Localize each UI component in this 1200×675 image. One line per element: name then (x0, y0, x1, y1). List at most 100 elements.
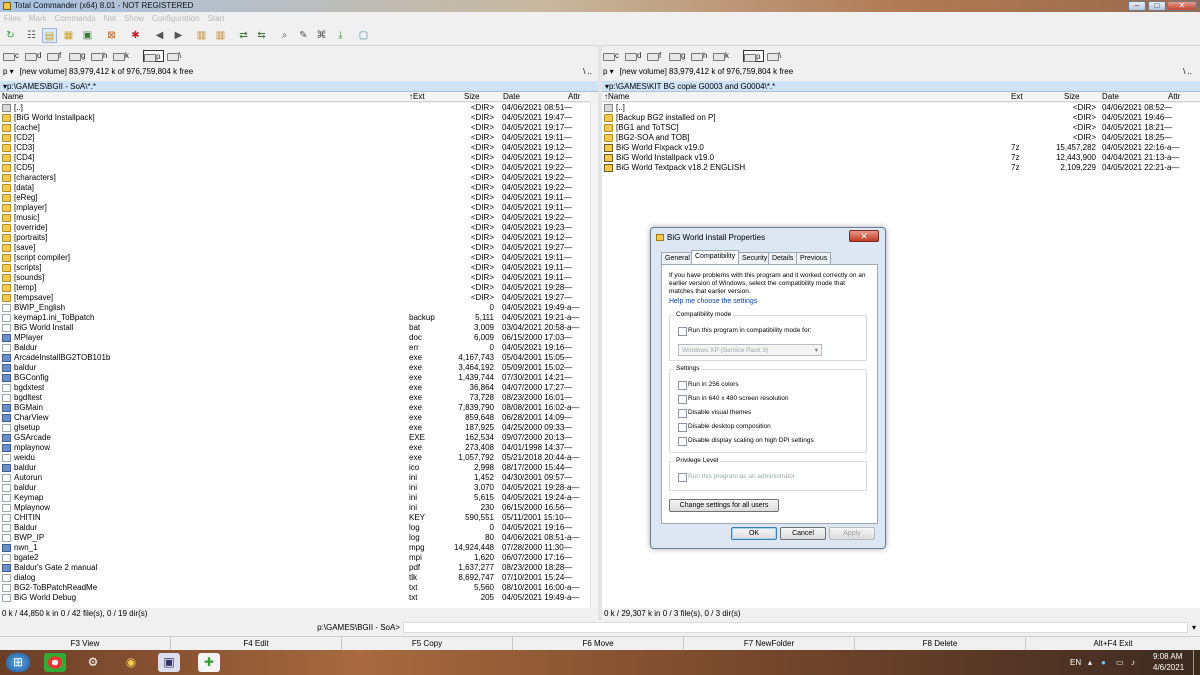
close-button[interactable]: ✕ (1167, 1, 1197, 11)
cancel-button[interactable]: Cancel (780, 527, 826, 540)
f8-delete-button[interactable]: F8 Delete (855, 637, 1026, 651)
file-row[interactable]: [scripts] <DIR> 04/05/2021 19:11— (0, 263, 590, 273)
file-row[interactable]: [CD3] <DIR> 04/05/2021 19:12— (0, 143, 590, 153)
file-row[interactable]: Baldur's Gate 2 manual pdf 1,637,277 08/23/… (0, 563, 590, 573)
rename-icon[interactable]: ✎ (296, 28, 311, 43)
help-choose-settings-link[interactable]: Help me choose the settings (669, 298, 757, 305)
file-row[interactable]: glsetup exe 187,925 04/25/2000 09:33— (0, 423, 590, 433)
drive-button-c[interactable]: c (603, 50, 619, 62)
panel-splitter[interactable] (598, 46, 602, 620)
back-icon[interactable]: ◀ (152, 28, 167, 43)
drive-button-network[interactable]: \ (767, 50, 781, 62)
f3-view-button[interactable]: F3 View (0, 637, 171, 651)
drive-button-d[interactable]: d (25, 50, 41, 62)
file-row[interactable]: Mplaynow ini 230 06/15/2000 16:56— (0, 503, 590, 513)
file-row[interactable]: bgdltest exe 73,728 08/23/2000 16:01— (0, 393, 590, 403)
drive-button-k[interactable]: k (113, 50, 129, 62)
file-row[interactable]: [eReg] <DIR> 04/05/2021 19:11— (0, 193, 590, 203)
invert-selection-icon[interactable]: ⊠ (104, 28, 119, 43)
file-row[interactable]: BiG World Install bat 3,009 03/04/2021 20:5… (0, 323, 590, 333)
file-row[interactable]: ArcadeInstallBG2TOB101b exe 4,167,743 05/04… (0, 353, 590, 363)
shield-app-icon[interactable]: ◉ (120, 653, 142, 672)
brief-view-icon[interactable]: ☷ (24, 28, 39, 43)
right-drive-combo[interactable]: p ▾ (603, 66, 614, 78)
file-row[interactable]: [music] <DIR> 04/05/2021 19:22— (0, 213, 590, 223)
url-icon[interactable]: ⤓ (333, 28, 348, 43)
update-icon[interactable]: ● (1101, 657, 1106, 669)
start-button-icon[interactable]: ⊞ (6, 653, 30, 672)
file-row[interactable]: [BiG World Installpack] <DIR> 04/05/2021 1… (0, 113, 590, 123)
file-row[interactable]: BWP_IP log 80 04/06/2021 08:51-a— (0, 533, 590, 543)
file-row[interactable]: [BG2-SOA and TOB] <DIR> 04/05/2021 18:25— (602, 133, 1200, 143)
menu-mark[interactable]: Mark (25, 12, 51, 25)
left-file-list[interactable]: [..] <DIR> 04/06/2021 08:51— [BiG World Ins… (0, 103, 590, 608)
clock-date[interactable]: 4/6/2021 (1153, 662, 1184, 674)
file-row[interactable]: nwn_1 mpg 14,924,448 07/28/2000 11:30— (0, 543, 590, 553)
language-indicator[interactable]: EN (1070, 657, 1081, 669)
file-row[interactable]: keymap1.ini_ToBpatch backup 5,111 04/05/202… (0, 313, 590, 323)
chrome-icon[interactable] (44, 653, 66, 672)
right-path[interactable]: ▾p:\GAMES\KIT BG copie G0003 and G0004\*… (602, 81, 1200, 92)
find-files-icon[interactable]: ⌕ (277, 28, 292, 43)
file-row[interactable]: BG2-ToBPatchReadMe txt 5,560 08/10/2001 16:… (0, 583, 590, 593)
forward-icon[interactable]: ▶ (171, 28, 186, 43)
file-row[interactable]: BGConfig exe 1,439,744 07/30/2001 14:21— (0, 373, 590, 383)
apply-button[interactable]: Apply (829, 527, 875, 540)
drive-button-k[interactable]: k (713, 50, 729, 62)
left-drive-combo[interactable]: p ▾ (3, 66, 14, 78)
menu-start[interactable]: Start (204, 12, 229, 25)
drive-button-p[interactable]: p (143, 50, 165, 62)
unpack-files-icon[interactable]: ▥ (213, 28, 228, 43)
col-attr[interactable]: Attr (1168, 92, 1180, 102)
run-640x480-checkbox[interactable]: Run in 640 x 480 screen resolution (678, 395, 788, 404)
col-name[interactable]: Name (2, 92, 23, 102)
drive-button-d[interactable]: d (625, 50, 641, 62)
tab-security[interactable]: Security (738, 252, 772, 264)
col-size[interactable]: Size (1064, 92, 1080, 102)
left-root-button[interactable]: \ .. (583, 66, 592, 78)
right-root-button[interactable]: \ .. (1183, 66, 1192, 78)
col-ext[interactable]: Ext (1011, 92, 1023, 102)
file-row[interactable]: [CD2] <DIR> 04/05/2021 19:11— (0, 133, 590, 143)
drive-button-f[interactable]: f (47, 50, 61, 62)
file-row[interactable]: Autorun ini 1,452 04/30/2001 09:57— (0, 473, 590, 483)
file-row[interactable]: baldur ini 3,070 04/05/2021 19:28-a— (0, 483, 590, 493)
pack-files-icon[interactable]: ▥ (194, 28, 209, 43)
disable-visual-themes-checkbox[interactable]: Disable visual themes (678, 409, 751, 418)
left-path[interactable]: ▾p:\GAMES\BGII - SoA\*.* (0, 81, 598, 92)
tab-details[interactable]: Details (768, 252, 798, 264)
f4-edit-button[interactable]: F4 Edit (171, 637, 342, 651)
volume-icon[interactable]: ♪ (1131, 657, 1135, 669)
file-row[interactable]: [CD5] <DIR> 04/05/2021 19:22— (0, 163, 590, 173)
file-row[interactable]: [temp] <DIR> 04/05/2021 19:28— (0, 283, 590, 293)
drive-button-h[interactable]: h (91, 50, 107, 62)
file-row[interactable]: [sounds] <DIR> 04/05/2021 19:11— (0, 273, 590, 283)
show-desktop-button[interactable] (1193, 650, 1200, 675)
file-row[interactable]: [script compiler] <DIR> 04/05/2021 19:11— (0, 253, 590, 263)
file-row[interactable]: [..] <DIR> 04/06/2021 08:51— (0, 103, 590, 113)
file-row[interactable]: [Backup BG2 installed on P] <DIR> 04/05/20… (602, 113, 1200, 123)
thumbnail-view-icon[interactable]: ▦ (61, 28, 76, 43)
compat-mode-select[interactable]: Windows XP (Service Pack 3) (678, 344, 822, 356)
file-row[interactable]: CHITIN KEY 590,551 05/11/2001 15:10— (0, 513, 590, 523)
maximize-button[interactable]: □ (1148, 1, 1166, 11)
file-row[interactable]: BiG World Debug txt 205 04/05/2021 19:49-a— (0, 593, 590, 603)
tab-previous-versions[interactable]: Previous Versions (796, 252, 832, 274)
file-row[interactable]: BiG World Textpack v18.2 ENGLISH 7z 2,109,… (602, 163, 1200, 173)
file-row[interactable]: BiG World Fixpack v19.0 7z 15,457,282 04/05… (602, 143, 1200, 153)
file-row[interactable]: mplaynow exe 273,408 04/01/1998 14:37— (0, 443, 590, 453)
file-row[interactable]: BiG World Installpack v19.0 7z 12,443,900 0… (602, 153, 1200, 163)
left-scrollbar[interactable] (590, 103, 598, 608)
drive-button-f[interactable]: f (647, 50, 661, 62)
disable-dpi-scaling-checkbox[interactable]: Disable display scaling on high DPI sett… (678, 437, 814, 446)
drive-button-g[interactable]: g (669, 50, 685, 62)
file-row[interactable]: [..] <DIR> 04/06/2021 08:52— (602, 103, 1200, 113)
f7-newfolder-button[interactable]: F7 NewFolder (684, 637, 855, 651)
refresh-icon[interactable]: ↻ (3, 28, 18, 43)
file-row[interactable]: BWIP_English 0 04/05/2021 19:49-a— (0, 303, 590, 313)
file-row[interactable]: [mplayer] <DIR> 04/05/2021 19:11— (0, 203, 590, 213)
file-row[interactable]: MPlayer doc 6,009 06/15/2000 17:03— (0, 333, 590, 343)
file-row[interactable]: Baldur log 0 04/05/2021 19:16— (0, 523, 590, 533)
col-ext[interactable]: ↑Ext (409, 92, 425, 102)
dialog-close-button[interactable]: ✕ (849, 230, 879, 242)
